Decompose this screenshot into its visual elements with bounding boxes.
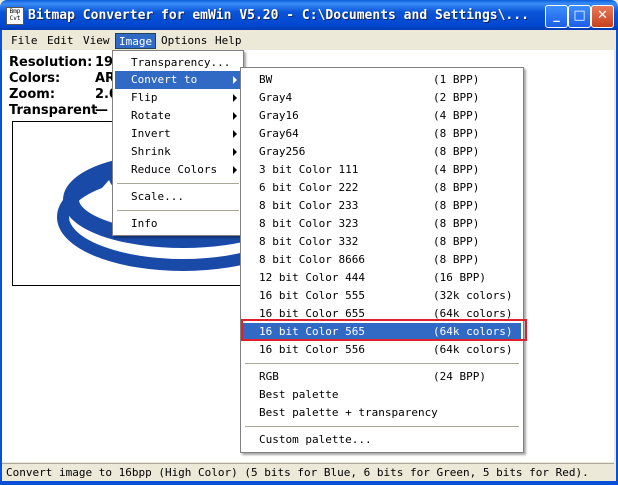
menu-item-invert[interactable]: Invert (115, 125, 241, 143)
submenu-arrow-icon (233, 112, 237, 120)
menu-item-transparency[interactable]: Transparency... (115, 54, 241, 72)
maximize-button[interactable]: □ (568, 5, 591, 28)
status-bar: Convert image to 16bpp (High Color) (5 b… (2, 463, 614, 481)
menu-separator (245, 363, 519, 364)
app-icon[interactable]: Bmp Cvt (6, 7, 24, 25)
menu-item-flip[interactable]: Flip (115, 89, 241, 107)
image-menu: Transparency... Convert to Flip Rotate I… (112, 50, 244, 236)
menu-help[interactable]: Help (212, 33, 245, 49)
resolution-label: Resolution: 19 (9, 55, 114, 70)
convert-item-color-8666[interactable]: 8 bit Color 8666 (8 BPP) (243, 251, 521, 269)
convert-item-color-222[interactable]: 6 bit Color 222 (8 BPP) (243, 179, 521, 197)
menu-item-convert-to[interactable]: Convert to (115, 71, 241, 89)
window-title: Bitmap Converter for emWin V5.20 - C:\Do… (28, 8, 529, 23)
menu-item-shrink[interactable]: Shrink (115, 143, 241, 161)
submenu-arrow-icon (233, 130, 237, 138)
menu-item-scale[interactable]: Scale... (115, 188, 241, 206)
submenu-arrow-icon (233, 148, 237, 156)
menu-view[interactable]: View (80, 33, 113, 49)
convert-item-custom-palette[interactable]: Custom palette... (243, 431, 521, 449)
convert-item-color-332[interactable]: 8 bit Color 332 (8 BPP) (243, 233, 521, 251)
title-bar[interactable]: Bmp Cvt Bitmap Converter for emWin V5.20… (0, 0, 618, 30)
menu-options[interactable]: Options (158, 33, 210, 49)
convert-item-color-323[interactable]: 8 bit Color 323 (8 BPP) (243, 215, 521, 233)
menu-file[interactable]: File (8, 33, 41, 49)
convert-item-best-palette[interactable]: Best palette (243, 386, 521, 404)
menu-edit[interactable]: Edit (44, 33, 77, 49)
convert-item-gray4[interactable]: Gray4 (2 BPP) (243, 89, 521, 107)
convert-to-submenu: BW (1 BPP) Gray4 (2 BPP) Gray16 (4 BPP) Gra… (240, 67, 524, 453)
convert-item-bw[interactable]: BW (1 BPP) (243, 71, 521, 89)
convert-item-rgb[interactable]: RGB (24 BPP) (243, 368, 521, 386)
menu-separator (117, 210, 239, 211)
transparent-value: — (95, 103, 108, 118)
convert-item-gray256[interactable]: Gray256 (8 BPP) (243, 143, 521, 161)
convert-item-gray16[interactable]: Gray16 (4 BPP) (243, 107, 521, 125)
menu-item-rotate[interactable]: Rotate (115, 107, 241, 125)
app-icon-label: Bmp Cvt (9, 8, 21, 22)
submenu-arrow-icon (233, 76, 237, 84)
convert-item-color-444[interactable]: 12 bit Color 444 (16 BPP) (243, 269, 521, 287)
zoom-label: Zoom: 2.0 (9, 87, 119, 102)
transparent-label: Transparent — (9, 103, 108, 118)
convert-item-gray64[interactable]: Gray64 (8 BPP) (243, 125, 521, 143)
convert-item-best-palette-transparency[interactable]: Best palette + transparency (243, 404, 521, 422)
menu-item-reduce-colors[interactable]: Reduce Colors (115, 161, 241, 179)
submenu-arrow-icon (233, 166, 237, 174)
emphasis-highlight-box (241, 319, 527, 341)
close-button[interactable]: ✕ (591, 5, 614, 28)
menu-separator (245, 426, 519, 427)
resolution-value: 19 (95, 55, 114, 70)
menu-item-info[interactable]: Info (115, 215, 241, 233)
menu-bar: File Edit View Image Options Help (2, 31, 614, 50)
minimize-button[interactable]: _ (545, 5, 568, 28)
menu-image[interactable]: Image (115, 33, 157, 49)
convert-item-color-555[interactable]: 16 bit Color 555 (32k colors) (243, 287, 521, 305)
convert-item-color-111[interactable]: 3 bit Color 111 (4 BPP) (243, 161, 521, 179)
colors-label: Colors: AR (9, 71, 116, 86)
submenu-arrow-icon (233, 94, 237, 102)
menu-separator (117, 183, 239, 184)
convert-item-color-556[interactable]: 16 bit Color 556 (64k colors) (243, 341, 521, 359)
convert-item-color-233[interactable]: 8 bit Color 233 (8 BPP) (243, 197, 521, 215)
